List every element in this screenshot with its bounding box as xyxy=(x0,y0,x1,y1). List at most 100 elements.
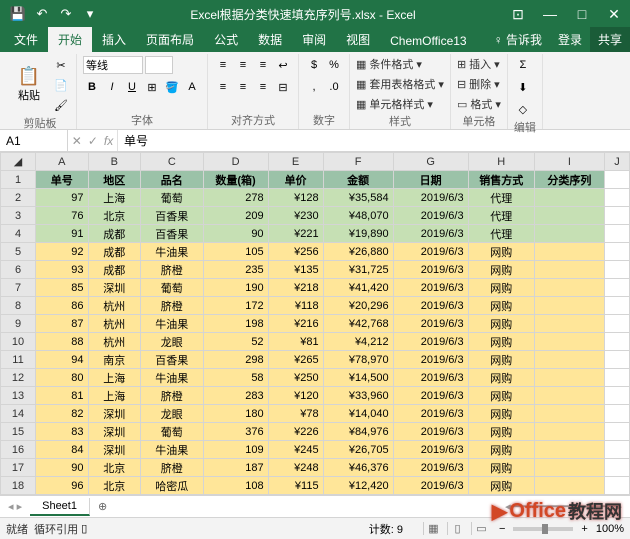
cell[interactable]: 76 xyxy=(36,207,89,225)
cell[interactable]: 81 xyxy=(36,387,89,405)
col-head[interactable]: G xyxy=(393,153,468,171)
cell[interactable]: 172 xyxy=(203,297,268,315)
cell[interactable]: 86 xyxy=(36,297,89,315)
cell[interactable]: ¥84,976 xyxy=(323,423,393,441)
cell[interactable]: 上海 xyxy=(88,387,141,405)
col-head[interactable]: J xyxy=(604,153,629,171)
cell[interactable]: 2019/6/3 xyxy=(393,315,468,333)
cell[interactable]: 龙眼 xyxy=(141,333,204,351)
cell[interactable]: 南京 xyxy=(88,351,141,369)
paste-button[interactable]: 📋 粘贴 xyxy=(10,56,48,112)
cell[interactable]: 代理 xyxy=(468,207,534,225)
cell[interactable]: 网购 xyxy=(468,243,534,261)
cell[interactable]: 百香果 xyxy=(141,225,204,243)
row-head[interactable]: 6 xyxy=(1,261,36,279)
comma-icon[interactable]: , xyxy=(305,78,323,96)
cell[interactable]: 脐橙 xyxy=(141,261,204,279)
cell[interactable]: ¥31,725 xyxy=(323,261,393,279)
sheet-nav[interactable]: ◂ ▸ xyxy=(0,500,30,513)
cell[interactable]: ¥218 xyxy=(268,279,323,297)
header-cell[interactable]: 单价 xyxy=(268,171,323,189)
cell[interactable]: 网购 xyxy=(468,369,534,387)
maximize-icon[interactable]: □ xyxy=(570,6,594,23)
cell[interactable]: 代理 xyxy=(468,189,534,207)
cell[interactable]: ¥4,212 xyxy=(323,333,393,351)
cell[interactable]: 187 xyxy=(203,459,268,477)
row-head[interactable]: 11 xyxy=(1,351,36,369)
zoom-in-icon[interactable]: + xyxy=(581,523,587,535)
cell[interactable]: 190 xyxy=(203,279,268,297)
cell[interactable]: 牛油果 xyxy=(141,243,204,261)
col-head[interactable]: H xyxy=(468,153,534,171)
cell[interactable]: 209 xyxy=(203,207,268,225)
formula-input[interactable]: 单号 xyxy=(118,130,630,151)
cell[interactable]: 网购 xyxy=(468,351,534,369)
cell[interactable] xyxy=(534,477,604,495)
login[interactable]: 登录 xyxy=(550,27,590,52)
tab-review[interactable]: 审阅 xyxy=(292,27,336,52)
cell[interactable]: 84 xyxy=(36,441,89,459)
cell[interactable]: 杭州 xyxy=(88,333,141,351)
tab-layout[interactable]: 页面布局 xyxy=(136,27,204,52)
tab-insert[interactable]: 插入 xyxy=(92,27,136,52)
cell[interactable]: 180 xyxy=(203,405,268,423)
name-box[interactable]: A1 xyxy=(0,130,68,151)
fill-color-button[interactable]: 🪣 xyxy=(163,78,181,96)
cell[interactable]: 2019/6/3 xyxy=(393,225,468,243)
zoom-out-icon[interactable]: − xyxy=(499,523,505,535)
cell[interactable]: 哈密瓜 xyxy=(141,477,204,495)
cell[interactable]: 105 xyxy=(203,243,268,261)
save-icon[interactable]: 💾 xyxy=(8,4,28,24)
header-cell[interactable]: 地区 xyxy=(88,171,141,189)
cell[interactable]: 91 xyxy=(36,225,89,243)
cell[interactable]: 2019/6/3 xyxy=(393,261,468,279)
cell[interactable]: 2019/6/3 xyxy=(393,189,468,207)
minimize-icon[interactable]: — xyxy=(538,6,562,23)
share-button[interactable]: 共享 xyxy=(590,27,630,52)
merge-icon[interactable]: ⊟ xyxy=(274,78,292,96)
fx-icon[interactable]: fx xyxy=(104,134,113,148)
cell[interactable]: 网购 xyxy=(468,423,534,441)
cell[interactable] xyxy=(534,405,604,423)
cell[interactable]: ¥78,970 xyxy=(323,351,393,369)
cell[interactable]: 深圳 xyxy=(88,441,141,459)
row-head[interactable]: 1 xyxy=(1,171,36,189)
cell[interactable]: 92 xyxy=(36,243,89,261)
cell[interactable] xyxy=(534,423,604,441)
view-normal-icon[interactable]: ▦ xyxy=(423,522,443,535)
cell[interactable]: ¥230 xyxy=(268,207,323,225)
cell[interactable]: 90 xyxy=(203,225,268,243)
cut-icon[interactable]: ✂ xyxy=(52,56,70,74)
row-head[interactable]: 8 xyxy=(1,297,36,315)
cell[interactable]: 2019/6/3 xyxy=(393,351,468,369)
cell[interactable]: ¥12,420 xyxy=(323,477,393,495)
cell[interactable]: ¥120 xyxy=(268,387,323,405)
row-head[interactable]: 14 xyxy=(1,405,36,423)
cell[interactable]: 2019/6/3 xyxy=(393,207,468,225)
cell[interactable]: ¥19,890 xyxy=(323,225,393,243)
cell[interactable]: ¥245 xyxy=(268,441,323,459)
copy-icon[interactable]: 📄 xyxy=(52,76,70,94)
cell[interactable]: 网购 xyxy=(468,333,534,351)
cell[interactable]: ¥81 xyxy=(268,333,323,351)
cell[interactable]: 深圳 xyxy=(88,405,141,423)
row-head[interactable]: 10 xyxy=(1,333,36,351)
qat-more-icon[interactable]: ▾ xyxy=(80,4,100,24)
cell[interactable]: ¥42,768 xyxy=(323,315,393,333)
row-head[interactable]: 4 xyxy=(1,225,36,243)
cell[interactable] xyxy=(534,225,604,243)
cell[interactable]: 网购 xyxy=(468,441,534,459)
cell[interactable]: 2019/6/3 xyxy=(393,297,468,315)
col-head[interactable]: C xyxy=(141,153,204,171)
tab-data[interactable]: 数据 xyxy=(248,27,292,52)
cell[interactable]: 代理 xyxy=(468,225,534,243)
cell[interactable]: ¥226 xyxy=(268,423,323,441)
cell[interactable]: 80 xyxy=(36,369,89,387)
header-cell[interactable]: 数量(箱) xyxy=(203,171,268,189)
row-head[interactable]: 13 xyxy=(1,387,36,405)
cell[interactable]: 2019/6/3 xyxy=(393,459,468,477)
wrap-text-icon[interactable]: ↩ xyxy=(274,56,292,74)
cell[interactable] xyxy=(534,297,604,315)
header-cell[interactable]: 单号 xyxy=(36,171,89,189)
cell[interactable]: ¥14,040 xyxy=(323,405,393,423)
